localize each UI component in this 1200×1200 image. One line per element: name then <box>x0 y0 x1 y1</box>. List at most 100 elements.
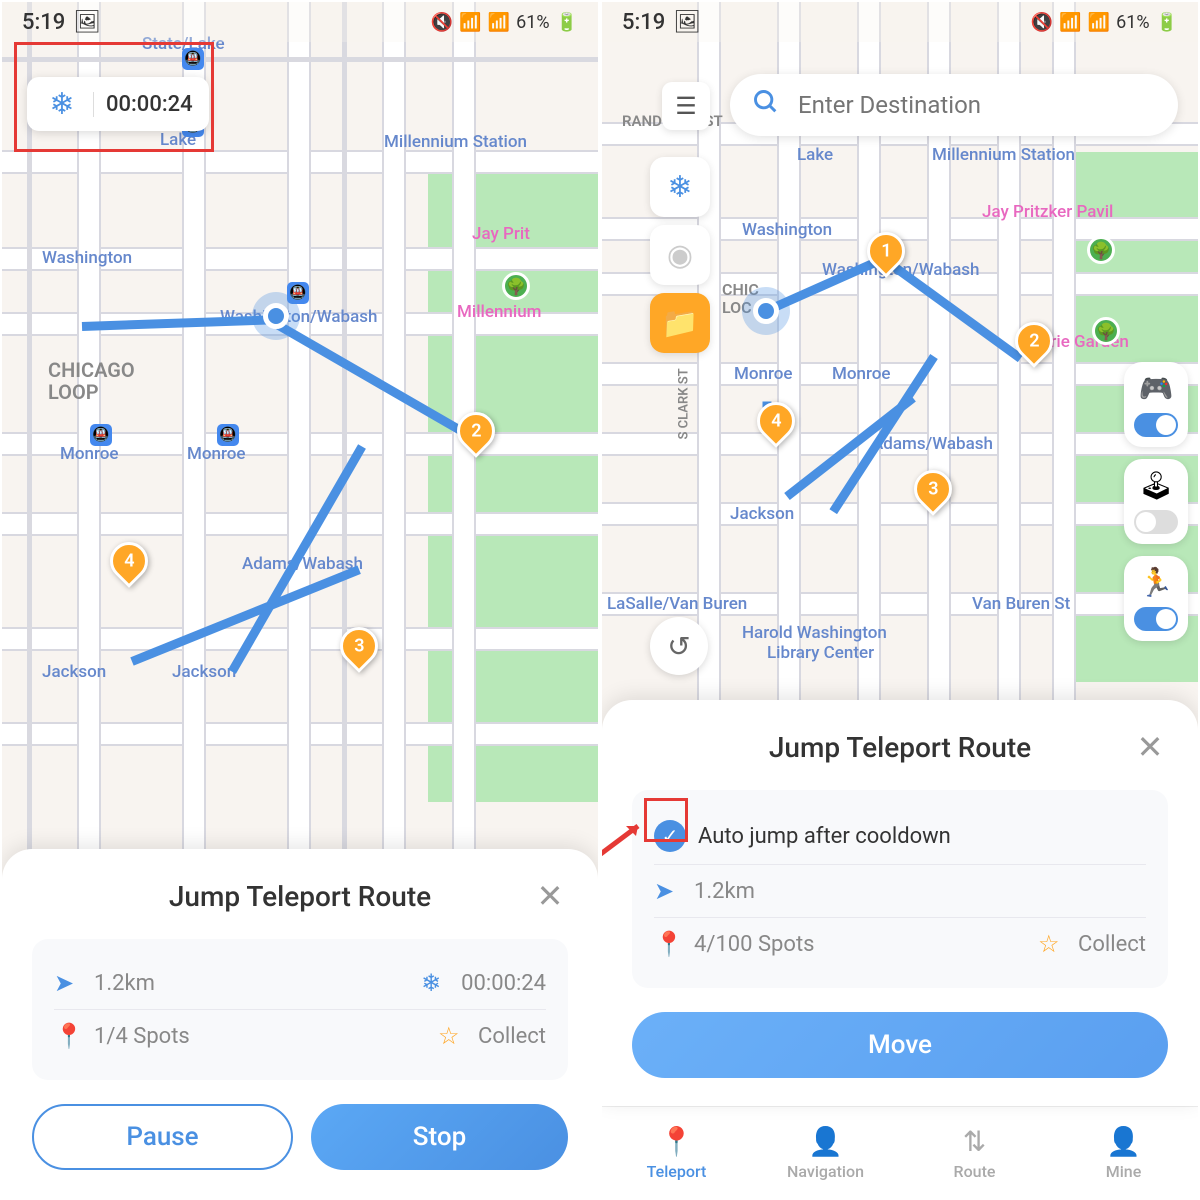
panel-title: Jump Teleport Route <box>68 880 532 913</box>
map-label: Lake <box>797 145 833 165</box>
clock: 5:19 <box>622 10 665 35</box>
picture-icon: 🖼 <box>73 10 101 35</box>
profile-icon: 👤 <box>1106 1125 1141 1158</box>
waypoint-4[interactable]: 4 <box>757 402 795 450</box>
teleport-panel: Jump Teleport Route ✕ ➤ 1.2km ❄ 00:00:24 📍… <box>2 849 598 1198</box>
waypoint-1[interactable]: 1 <box>867 232 905 280</box>
map-label: Millennium <box>457 302 542 322</box>
folder-button[interactable]: 📁 <box>650 293 710 353</box>
autojump-label: Auto jump after cooldown <box>698 824 951 849</box>
park-poi-icon: 🌳 <box>502 272 530 300</box>
map-label: Adams/Wabash <box>872 434 993 454</box>
panel-title: Jump Teleport Route <box>668 731 1132 764</box>
battery-icon: 🔋 <box>556 12 578 33</box>
arrow-icon <box>600 818 648 860</box>
highlight-box <box>644 798 688 842</box>
spots-value: 4/100 Spots <box>694 932 815 957</box>
teleport-panel: Jump Teleport Route ✕ ✓ Auto jump after … <box>602 700 1198 1106</box>
distance-icon: ➤ <box>54 969 82 997</box>
map-label: Jackson <box>730 504 794 524</box>
map-label: LOOP <box>48 380 99 404</box>
spots-icon: 📍 <box>54 1022 82 1050</box>
map-label: Washington <box>42 248 132 268</box>
map-label: Jackson <box>42 662 106 682</box>
transit-icon: 🚇 <box>217 424 239 446</box>
battery-text: 61% <box>1116 12 1149 33</box>
undo-button[interactable]: ↺ <box>650 617 708 675</box>
battery-icon: 🔋 <box>1156 12 1178 33</box>
gamepad-icon: 🎮 <box>1139 372 1174 405</box>
collect-label[interactable]: Collect <box>1078 932 1146 957</box>
battery-text: 61% <box>516 12 549 33</box>
waypoint-2[interactable]: 2 <box>1015 322 1053 370</box>
wifi-icon: 📶 <box>459 12 481 33</box>
search-icon <box>752 88 780 123</box>
collect-label[interactable]: Collect <box>478 1024 546 1049</box>
transit-icon: 🚇 <box>90 424 112 446</box>
map-label: Jay Prit <box>472 224 530 244</box>
run-toggle[interactable] <box>1134 607 1178 631</box>
navigation-icon: 👤 <box>808 1125 843 1158</box>
route-icon: ⇅ <box>963 1125 986 1158</box>
signal-icon: 📶 <box>1088 12 1110 33</box>
signal-icon: 📶 <box>488 12 510 33</box>
map-label: Harold Washington <box>742 623 887 643</box>
mute-icon: 🔇 <box>1031 12 1053 33</box>
status-bar: 5:19 🖼 🔇 📶 📶 61% 🔋 <box>602 2 1198 42</box>
run-tool[interactable]: 🏃 <box>1124 556 1188 641</box>
nav-navigation[interactable]: 👤 Navigation <box>751 1107 900 1198</box>
highlight-box <box>14 42 214 152</box>
picture-icon: 🖼 <box>673 10 701 35</box>
side-tools: ❄ ◉ 📁 <box>650 157 710 353</box>
waypoint-3[interactable]: 3 <box>914 470 952 518</box>
waypoint-2[interactable]: 2 <box>457 412 495 460</box>
spots-icon: 📍 <box>654 930 682 958</box>
gamepad-tool[interactable]: 🎮 <box>1124 362 1188 447</box>
distance-value: 1.2km <box>94 971 155 996</box>
nav-mine[interactable]: 👤 Mine <box>1049 1107 1198 1198</box>
waypoint-3[interactable]: 3 <box>340 627 378 675</box>
map-label: Millennium Station <box>932 145 1075 165</box>
distance-icon: ➤ <box>654 877 682 905</box>
park-poi-icon: 🌳 <box>1087 236 1115 264</box>
spots-value: 1/4 Spots <box>94 1024 190 1049</box>
joystick-tool[interactable]: 🕹 <box>1124 459 1188 544</box>
close-icon[interactable]: ✕ <box>1132 728 1168 766</box>
snowflake-icon: ❄ <box>421 969 449 997</box>
current-location-dot <box>252 292 300 340</box>
joystick-icon: 🕹 <box>1138 469 1174 502</box>
mute-icon: 🔇 <box>431 12 453 33</box>
map-label: Monroe <box>60 444 119 464</box>
menu-button[interactable]: ☰ <box>662 82 710 130</box>
route-info: ✓ Auto jump after cooldown ➤1.2km 📍4/100… <box>632 790 1168 988</box>
move-button[interactable]: Move <box>632 1012 1168 1078</box>
screenshot-right: RANDOLPH ST Lake Millennium Station Wash… <box>600 0 1200 1200</box>
search-bar[interactable] <box>730 74 1178 136</box>
nav-teleport[interactable]: 📍 Teleport <box>602 1107 751 1198</box>
map-label: LaSalle/Van Buren <box>607 594 747 614</box>
map-label: Monroe <box>187 444 246 464</box>
pause-button[interactable]: Pause <box>32 1104 293 1170</box>
map-label: CHICAGO <box>48 358 135 382</box>
stop-button[interactable]: Stop <box>311 1104 568 1170</box>
close-icon[interactable]: ✕ <box>532 877 568 915</box>
destination-input[interactable] <box>798 91 1156 119</box>
map-label: Washington <box>742 220 832 240</box>
nav-route[interactable]: ⇅ Route <box>900 1107 1049 1198</box>
gamepad-toggle[interactable] <box>1134 413 1178 437</box>
joystick-toggle[interactable] <box>1134 510 1178 534</box>
map-label: Monroe <box>734 364 793 384</box>
pokemon-button[interactable]: ◉ <box>650 225 710 285</box>
cooldown-button[interactable]: ❄ <box>650 157 710 217</box>
wifi-icon: 📶 <box>1059 12 1081 33</box>
route-info: ➤1.2km ❄00:00:24 📍1/4 Spots ☆Collect <box>32 939 568 1080</box>
map-label: Millennium Station <box>384 132 527 152</box>
cooldown-value: 00:00:24 <box>461 971 546 996</box>
star-icon: ☆ <box>1038 930 1066 958</box>
bottom-nav: 📍 Teleport 👤 Navigation ⇅ Route 👤 Mine <box>602 1106 1198 1198</box>
waypoint-4[interactable]: 4 <box>110 542 148 590</box>
park-poi-icon: 🌳 <box>1092 317 1120 345</box>
map-label: Monroe <box>832 364 891 384</box>
map-label: Library Center <box>767 643 874 663</box>
clock: 5:19 <box>22 10 65 35</box>
